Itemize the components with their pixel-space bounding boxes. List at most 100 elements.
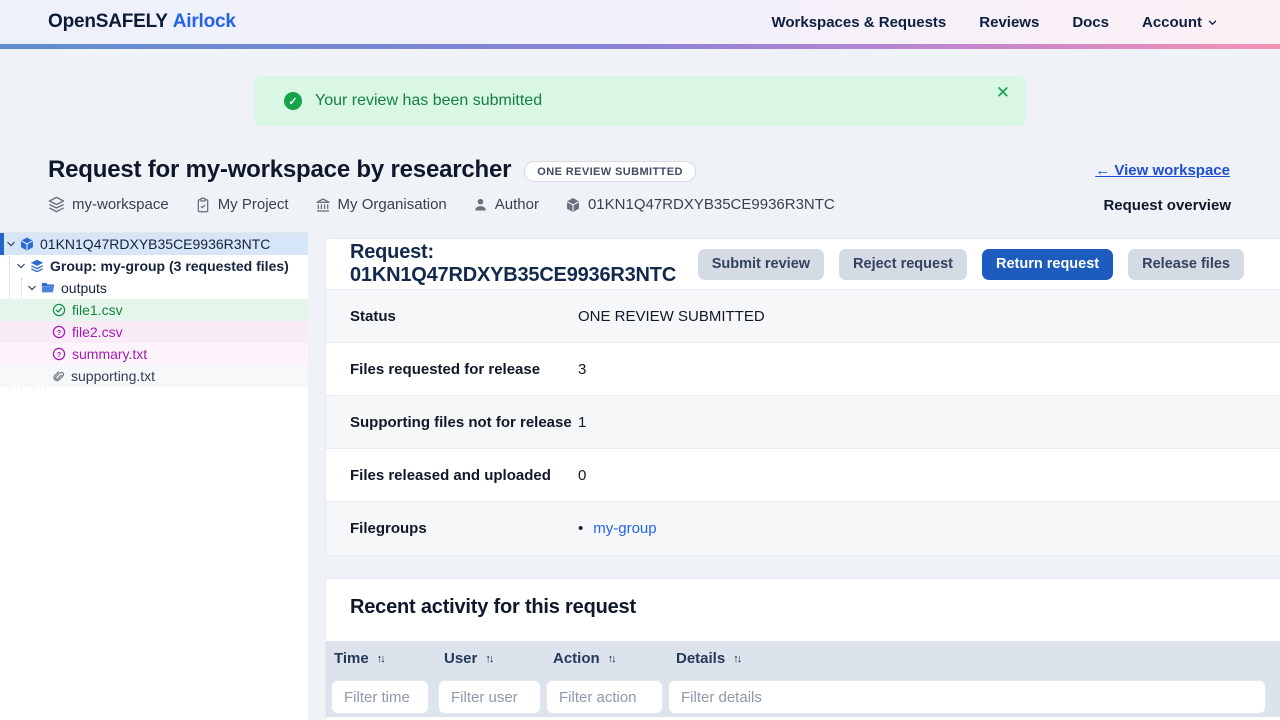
meta-organisation-label: My Organisation [338,196,447,213]
page-header: Request for my-workspace by researcher O… [48,156,696,184]
nav-reviews[interactable]: Reviews [979,14,1039,31]
tree-item-label: Group: my-group (3 requested files) [50,258,289,274]
tree-item-label: file2.csv [72,324,123,340]
brand-part-opensafely: OpenSAFELY [48,11,168,32]
recent-activity-card: Recent activity for this request Time ↑↓… [325,578,1280,720]
activity-title: Recent activity for this request [326,579,1280,641]
detail-value: 3 [578,361,586,378]
detail-value: ONE REVIEW SUBMITTED [578,308,765,325]
request-actions: Submit review Reject request Return requ… [698,249,1244,280]
tree-item-request-root[interactable]: 01KN1Q47RDXYB35CE9936R3NTC [0,233,308,255]
view-workspace-link[interactable]: ← View workspace [1095,162,1230,179]
meta-author: Author [473,196,539,213]
page-title: Request for my-workspace by researcher [48,156,511,184]
tree-item-label: summary.txt [72,346,147,362]
filter-time-input[interactable] [331,680,429,714]
column-label: User [444,650,477,667]
sort-icon: ↑↓ [733,653,740,665]
cube-icon [565,197,581,213]
paperclip-icon [52,370,65,383]
nav-items: Workspaces & Requests Reviews Docs Accou… [771,14,1218,31]
check-circle-icon: ✓ [284,92,302,110]
svg-text:?: ? [57,328,62,337]
column-header-user[interactable]: User ↑↓ [444,641,492,676]
clipboard-icon [195,197,211,213]
filter-details-input[interactable] [668,680,1266,714]
meta-request-id-label: 01KN1Q47RDXYB35CE9936R3NTC [588,196,835,213]
request-meta-row: my-workspace My Project My Organisation … [48,196,835,213]
filegroup-link[interactable]: my-group [593,520,656,537]
nav-docs[interactable]: Docs [1072,14,1109,31]
meta-organisation: My Organisation [315,196,447,213]
tree-item-label: supporting.txt [71,368,155,384]
top-navbar: OpenSAFELYAirlock Workspaces & Requests … [0,0,1280,44]
tree-item-label: file1.csv [72,302,123,318]
activity-filter-row [326,676,1280,717]
detail-label: Supporting files not for release [350,414,578,431]
file-tree-sidebar: 01KN1Q47RDXYB35CE9936R3NTC Group: my-gro… [0,232,308,720]
detail-label: Files released and uploaded [350,467,578,484]
detail-value: 1 [578,414,586,431]
detail-label: Filegroups [350,520,578,537]
tree-item-summary[interactable]: ? summary.txt [0,343,308,365]
check-circle-icon [52,303,66,317]
layers-icon [30,259,44,273]
reject-request-button[interactable]: Reject request [839,249,967,280]
column-label: Time [334,650,369,667]
list-bullet: • [578,520,583,537]
nav-workspaces-requests[interactable]: Workspaces & Requests [771,14,946,31]
cube-icon [20,237,34,251]
sort-icon: ↑↓ [485,653,492,665]
column-header-action[interactable]: Action ↑↓ [553,641,615,676]
question-circle-icon: ? [52,347,66,361]
brand-logo[interactable]: OpenSAFELYAirlock [48,11,236,33]
detail-value: • my-group [578,520,657,537]
meta-workspace-label: my-workspace [72,196,169,213]
filter-action-input[interactable] [546,680,663,714]
return-request-button[interactable]: Return request [982,249,1113,280]
detail-row-filegroups: Filegroups • my-group [326,502,1280,555]
column-header-time[interactable]: Time ↑↓ [334,641,384,676]
activity-table-header: Time ↑↓ User ↑↓ Action ↑↓ Details ↑↓ [326,641,1280,676]
chevron-down-icon[interactable] [6,239,16,249]
release-files-button[interactable]: Release files [1128,249,1244,280]
chevron-down-icon[interactable] [16,261,26,271]
gradient-divider [0,44,1280,49]
success-alert: ✓ Your review has been submitted ✕ [254,76,1026,126]
request-card-title: Request: 01KN1Q47RDXYB35CE9936R3NTC [350,241,698,287]
detail-row-supporting-files: Supporting files not for release 1 [326,396,1280,449]
layers-icon [48,196,65,213]
alert-message: Your review has been submitted [315,92,542,110]
filter-user-input[interactable] [438,680,541,714]
column-header-details[interactable]: Details ↑↓ [676,641,740,676]
user-icon [473,197,488,212]
close-icon[interactable]: ✕ [996,81,1010,105]
submit-review-button[interactable]: Submit review [698,249,824,280]
meta-request-id: 01KN1Q47RDXYB35CE9936R3NTC [565,196,835,213]
meta-project-label: My Project [218,196,289,213]
tree-item-label: outputs [61,280,107,296]
question-circle-icon: ? [52,325,66,339]
status-badge: ONE REVIEW SUBMITTED [524,161,696,182]
tree-item-file1[interactable]: file1.csv [0,299,308,321]
tree-item-group[interactable]: Group: my-group (3 requested files) [0,255,308,277]
nav-account-menu[interactable]: Account [1142,14,1218,31]
brand-part-airlock: Airlock [173,11,236,32]
request-card-header: Request: 01KN1Q47RDXYB35CE9936R3NTC Subm… [326,239,1280,290]
bank-icon [315,197,331,213]
tree-item-label: 01KN1Q47RDXYB35CE9936R3NTC [40,236,270,252]
chevron-down-icon [1207,17,1218,28]
meta-workspace: my-workspace [48,196,169,213]
request-overview-label: Request overview [1103,197,1231,214]
detail-label: Status [350,308,578,325]
tree-item-outputs-folder[interactable]: outputs [0,277,308,299]
detail-value: 0 [578,467,586,484]
meta-author-label: Author [495,196,539,213]
folder-icon [41,281,55,295]
detail-label: Files requested for release [350,361,578,378]
meta-project: My Project [195,196,289,213]
tree-item-file2[interactable]: ? file2.csv [0,321,308,343]
chevron-down-icon[interactable] [27,283,37,293]
detail-row-files-requested: Files requested for release 3 [326,343,1280,396]
tree-item-supporting[interactable]: supporting.txt [0,365,308,387]
